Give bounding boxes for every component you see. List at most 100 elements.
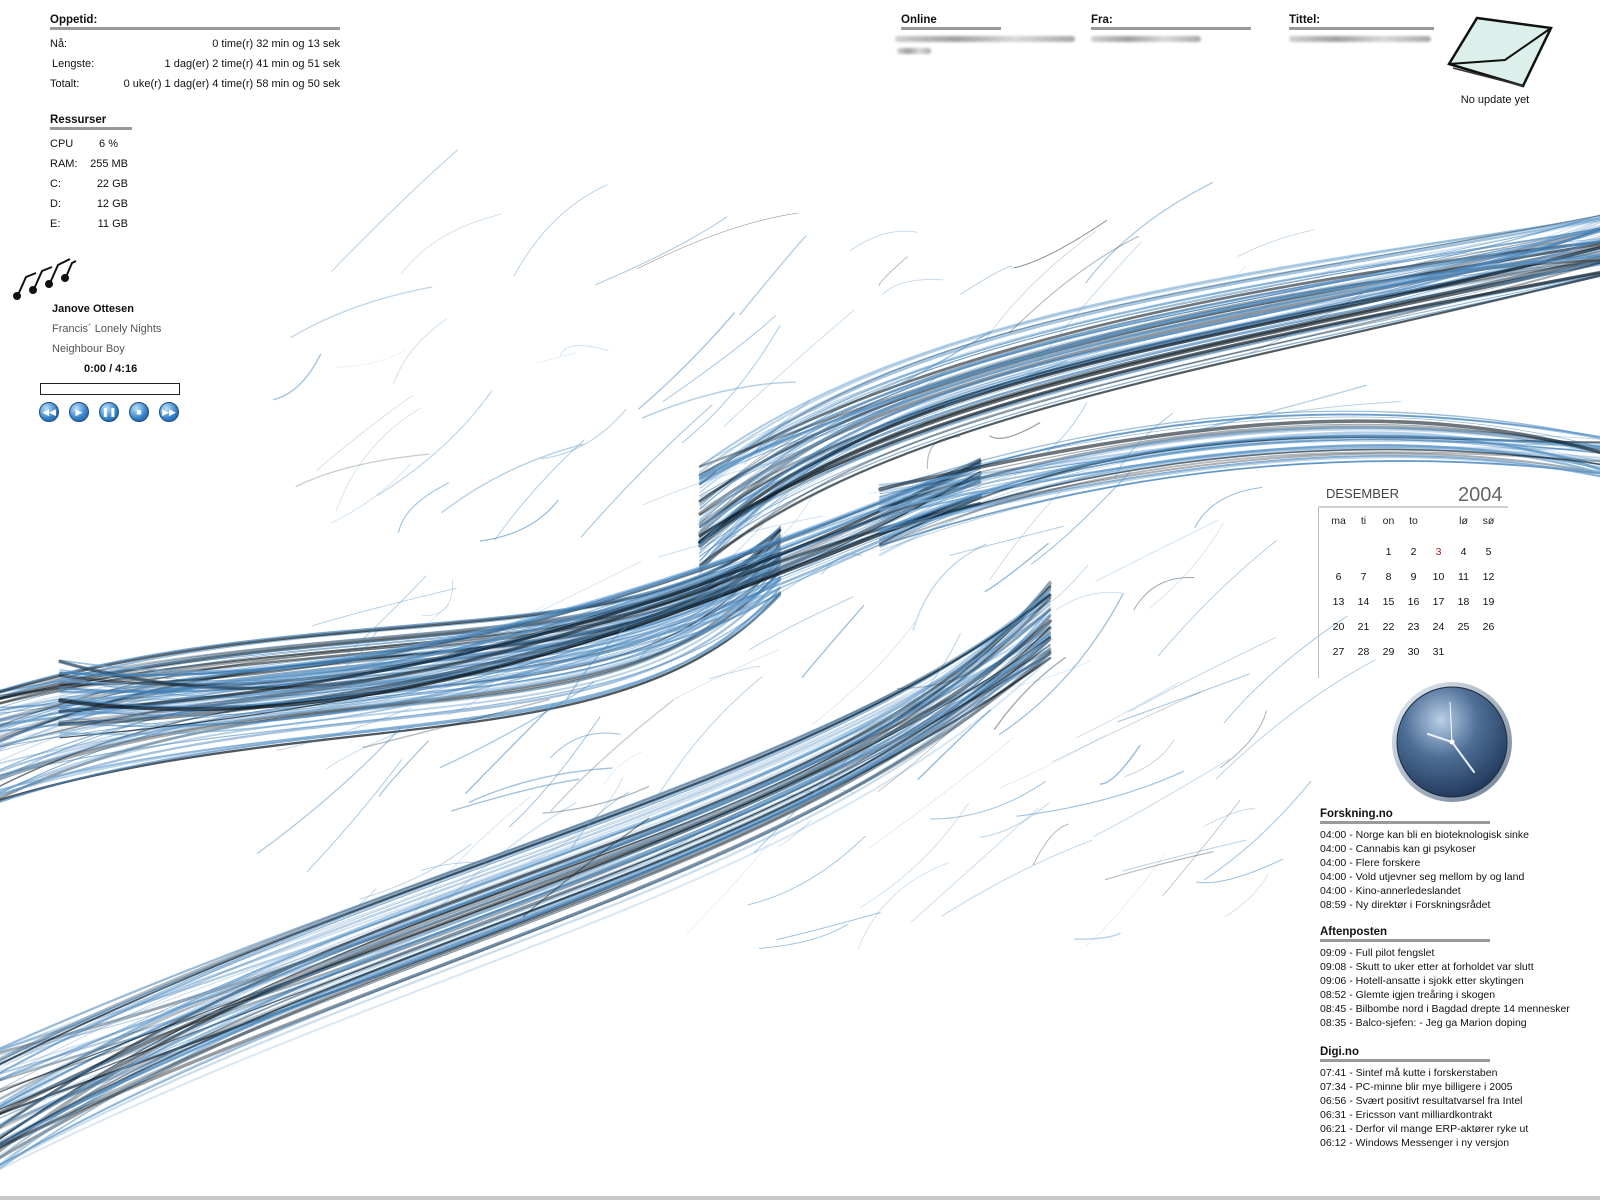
calendar-day[interactable]: 11 — [1451, 565, 1476, 590]
wallpaper-fiber — [536, 352, 578, 364]
wallpaper-fiber — [1117, 673, 1250, 723]
calendar-day[interactable]: 22 — [1376, 615, 1401, 640]
play-button[interactable]: ▶ — [69, 402, 89, 422]
calendar-day[interactable]: 13 — [1326, 590, 1351, 615]
wallpaper-fiber — [960, 265, 1013, 295]
news-item[interactable]: 04:00 - Vold utjevner seg mellom by og l… — [1320, 870, 1580, 884]
news-item[interactable]: 07:41 - Sintef må kutte i forskerstaben — [1320, 1066, 1580, 1080]
calendar-day[interactable]: 8 — [1376, 565, 1401, 590]
calendar-day[interactable]: 14 — [1351, 590, 1376, 615]
wallpaper-fiber — [494, 439, 585, 541]
news-item[interactable]: 06:21 - Derfor vil mange ERP-aktører ryk… — [1320, 1122, 1580, 1136]
news-item[interactable]: 09:08 - Skutt to uker etter at forholdet… — [1320, 960, 1580, 974]
calendar-day[interactable]: 15 — [1376, 590, 1401, 615]
calendar-weekday: ti — [1360, 515, 1367, 527]
news-item[interactable]: 07:34 - PC-minne blir mye billigere i 20… — [1320, 1080, 1580, 1094]
resource-value: 22 GB — [96, 178, 128, 190]
calendar-day[interactable]: 4 — [1451, 540, 1476, 565]
calendar-day[interactable]: 9 — [1401, 565, 1426, 590]
calendar-day[interactable]: 25 — [1451, 615, 1476, 640]
resource-label: E: — [50, 218, 61, 230]
pause-button[interactable]: ❚❚ — [99, 402, 119, 422]
news-item[interactable]: 06:12 - Windows Messenger i ny versjon — [1320, 1136, 1580, 1150]
news-item[interactable]: 08:59 - Ny direktør i Forskningsrådet — [1320, 898, 1580, 912]
news-item[interactable]: 04:00 - Flere forskere — [1320, 856, 1580, 870]
calendar-day[interactable]: 30 — [1401, 640, 1426, 665]
mail-column-online: Online — [895, 14, 1075, 54]
uptime-row-now: Nå: 0 time(r) 32 min og 13 sek — [50, 34, 340, 54]
wallpaper-fiber — [1104, 851, 1214, 881]
calendar-year: 2004 — [1458, 484, 1503, 506]
wallpaper-fiber — [335, 408, 421, 512]
calendar-day[interactable]: 26 — [1476, 615, 1501, 640]
calendar-day[interactable]: 10 — [1426, 565, 1451, 590]
calendar-day[interactable]: 20 — [1326, 615, 1351, 640]
resource-row-e: E: 11 GB — [50, 214, 132, 234]
calendar-day[interactable]: 12 — [1476, 565, 1501, 590]
wallpaper-fiber — [926, 435, 961, 469]
news-item[interactable]: 04:00 - Kino-annerledeslandet — [1320, 884, 1580, 898]
track-progress-bar[interactable] — [40, 383, 180, 395]
calendar-day[interactable]: 16 — [1401, 590, 1426, 615]
redacted-text — [1289, 36, 1431, 42]
wallpaper-fiber — [1133, 577, 1195, 611]
mail-notifier[interactable]: No update yet — [1445, 10, 1560, 110]
news-item[interactable]: 06:56 - Svært positivt resultatvarsel fr… — [1320, 1094, 1580, 1108]
calendar-day[interactable]: 7 — [1351, 565, 1376, 590]
calendar-day[interactable]: 6 — [1326, 565, 1351, 590]
calendar-empty-cell — [1351, 540, 1376, 565]
news-item[interactable]: 04:00 - Cannabis kan gi psykoser — [1320, 842, 1580, 856]
news-feed-title: Forskning.no — [1320, 808, 1490, 824]
wallpaper-fiber — [912, 543, 987, 631]
wallpaper-fiber — [1194, 486, 1263, 528]
calendar-day[interactable]: 29 — [1376, 640, 1401, 665]
previous-icon: ◀◀ — [42, 406, 56, 417]
calendar-day[interactable]: 1 — [1376, 540, 1401, 565]
calendar-frame — [1318, 508, 1319, 678]
next-button[interactable]: ▶▶ — [159, 402, 179, 422]
resource-value: 6 % — [99, 138, 118, 150]
news-item[interactable]: 06:31 - Ericsson vant milliardkontrakt — [1320, 1108, 1580, 1122]
news-item[interactable]: 08:45 - Bilbombe nord i Bagdad drepte 14… — [1320, 1002, 1580, 1016]
uptime-value: 0 time(r) 32 min og 13 sek — [212, 38, 340, 50]
calendar-empty-cell — [1476, 640, 1501, 665]
wallpaper-fiber — [580, 404, 713, 538]
mail-column-from: Fra: — [1091, 14, 1251, 42]
news-item[interactable]: 04:00 - Norge kan bli en bioteknologisk … — [1320, 828, 1580, 842]
resource-value: 12 GB — [96, 198, 128, 210]
calendar-day[interactable]: 21 — [1351, 615, 1376, 640]
news-item[interactable]: 08:35 - Balco-sjefen: - Jeg ga Marion do… — [1320, 1016, 1580, 1030]
envelope-icon — [1447, 16, 1553, 88]
calendar-day[interactable]: 2 — [1401, 540, 1426, 565]
news-item[interactable]: 09:09 - Full pilot fengslet — [1320, 946, 1580, 960]
analog-clock-icon — [1392, 682, 1512, 802]
calendar-day[interactable]: 19 — [1476, 590, 1501, 615]
resources-widget: Ressurser CPU 6 % RAM: 255 MB C: 22 GB D… — [50, 114, 132, 234]
calendar-day[interactable]: 27 — [1326, 640, 1351, 665]
uptime-label: Lengste: — [52, 58, 95, 70]
calendar-day[interactable]: 3 — [1426, 540, 1451, 565]
news-item[interactable]: 09:06 - Hotell-ansatte i sjokk etter sky… — [1320, 974, 1580, 988]
previous-button[interactable]: ◀◀ — [39, 402, 59, 422]
wallpaper-fiber — [989, 422, 1041, 440]
stop-button[interactable]: ■ — [129, 402, 149, 422]
calendar-day[interactable]: 23 — [1401, 615, 1426, 640]
wallpaper-fiber — [672, 649, 779, 701]
next-icon: ▶▶ — [162, 406, 176, 417]
redacted-text — [895, 36, 1075, 42]
resource-label: C: — [50, 178, 61, 190]
calendar-day[interactable]: 5 — [1476, 540, 1501, 565]
calendar-day[interactable]: 18 — [1451, 590, 1476, 615]
calendar-day[interactable]: 24 — [1426, 615, 1451, 640]
news-feed-title: Aftenposten — [1320, 926, 1490, 942]
track-title: Neighbour Boy — [52, 343, 125, 355]
calendar-day[interactable]: 17 — [1426, 590, 1451, 615]
calendar-day[interactable]: 28 — [1351, 640, 1376, 665]
news-item[interactable]: 08:52 - Glemte igjen treåring i skogen — [1320, 988, 1580, 1002]
calendar-day[interactable]: 31 — [1426, 640, 1451, 665]
calendar-weekday: sø — [1482, 515, 1495, 527]
resources-title: Ressurser — [50, 114, 132, 130]
redacted-text — [1091, 36, 1201, 42]
calendar-month: DESEMBER — [1326, 486, 1399, 501]
wallpaper-fiber — [273, 353, 322, 401]
